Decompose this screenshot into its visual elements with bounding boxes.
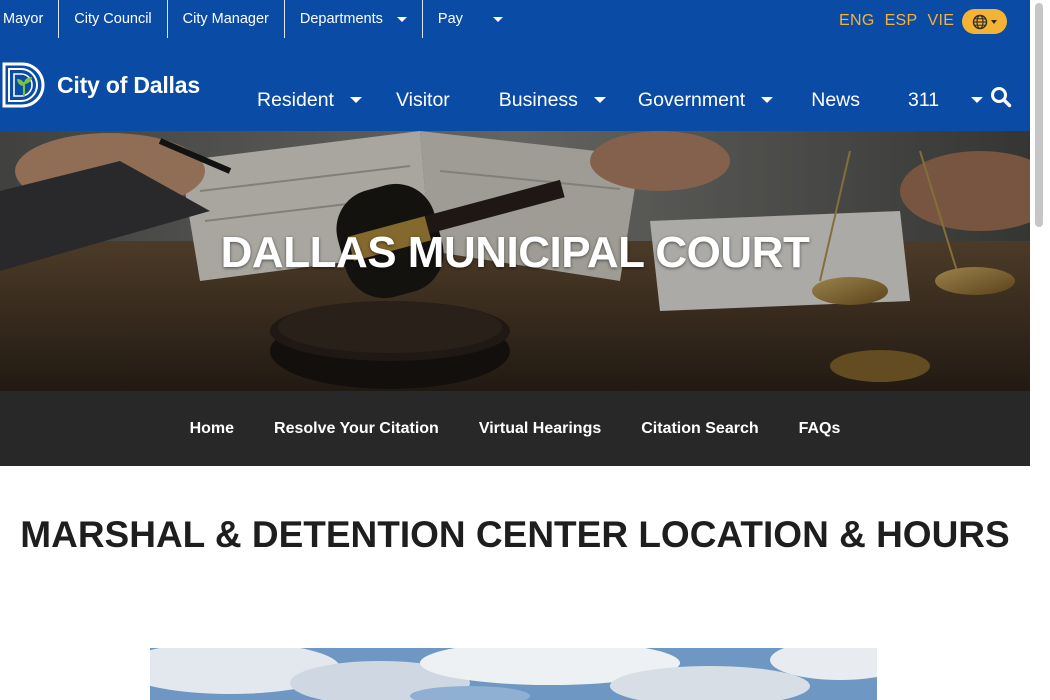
main-nav-label: Visitor (395, 88, 450, 111)
court-subnav: Home Resolve Your Citation Virtual Heari… (0, 391, 1030, 466)
sky-clouds-image (150, 648, 877, 700)
chevron-down-icon (991, 19, 997, 24)
utility-nav: Mayor City Council City Manager Departme… (0, 0, 518, 38)
utility-dropdown-pay[interactable]: Pay (423, 0, 518, 38)
language-vie[interactable]: VIE (928, 12, 955, 30)
language-esp[interactable]: ESP (885, 12, 918, 30)
site-name: City of Dallas (57, 71, 200, 98)
main-nav-label: Government (637, 88, 746, 111)
main-nav-government[interactable]: Government (637, 88, 774, 112)
main-nav-label: Business (498, 88, 578, 111)
chevron-down-icon (349, 97, 362, 103)
main-nav-resident[interactable]: Resident (257, 89, 362, 112)
chevron-down-icon (492, 16, 503, 22)
utility-link-label: Pay (437, 11, 463, 27)
court-nav-virtual-hearings[interactable]: Virtual Hearings (479, 420, 601, 438)
utility-link-mayor[interactable]: Mayor (0, 0, 60, 38)
detention-center-photo (150, 648, 877, 700)
main-nav-news[interactable]: News (811, 89, 860, 112)
translate-button[interactable] (962, 9, 1007, 34)
chevron-down-icon (971, 97, 984, 103)
main-nav-label: News (811, 88, 860, 111)
translate-globe-icon (972, 14, 988, 29)
hero-banner: DALLAS MUNICIPAL COURT (0, 131, 1030, 391)
main-nav-311[interactable]: 311 (908, 88, 984, 112)
utility-link-city-manager[interactable]: City Manager (168, 0, 285, 38)
utility-link-label: City Manager (182, 11, 269, 27)
court-nav-citation-search[interactable]: Citation Search (641, 420, 758, 438)
city-logo-link[interactable]: City of Dallas (2, 62, 200, 108)
chevron-down-icon (761, 97, 774, 103)
main-nav-visitor[interactable]: Visitor (396, 89, 450, 112)
utility-dropdown-departments[interactable]: Departments (285, 0, 423, 38)
court-nav-resolve-citation[interactable]: Resolve Your Citation (274, 420, 439, 438)
search-button[interactable] (990, 86, 1012, 113)
search-icon (991, 87, 1012, 108)
utility-link-label: Departments (299, 11, 383, 27)
main-nav: Resident Visitor Business Government New… (257, 85, 984, 115)
language-switcher: ENG ESP VIE (839, 12, 954, 30)
main-nav-label: 311 (908, 88, 940, 111)
chevron-down-icon (396, 16, 407, 22)
scrollbar-thumb[interactable] (1035, 3, 1043, 227)
utility-link-label: City Council (74, 11, 152, 27)
utility-link-city-council[interactable]: City Council (59, 0, 168, 38)
hero-title: DALLAS MUNICIPAL COURT (220, 228, 810, 277)
main-nav-label: Resident (257, 88, 334, 111)
chevron-down-icon (593, 97, 606, 103)
page-title: MARSHAL & DETENTION CENTER LOCATION & HO… (20, 514, 1010, 555)
court-nav-faqs[interactable]: FAQs (799, 420, 841, 438)
language-eng[interactable]: ENG (839, 12, 875, 30)
site-header: Mayor City Council City Manager Departme… (0, 0, 1030, 131)
main-nav-business[interactable]: Business (499, 89, 606, 112)
court-nav-home[interactable]: Home (190, 420, 234, 438)
city-of-dallas-d-logo-icon (2, 62, 45, 108)
utility-link-label: Mayor (3, 11, 44, 27)
